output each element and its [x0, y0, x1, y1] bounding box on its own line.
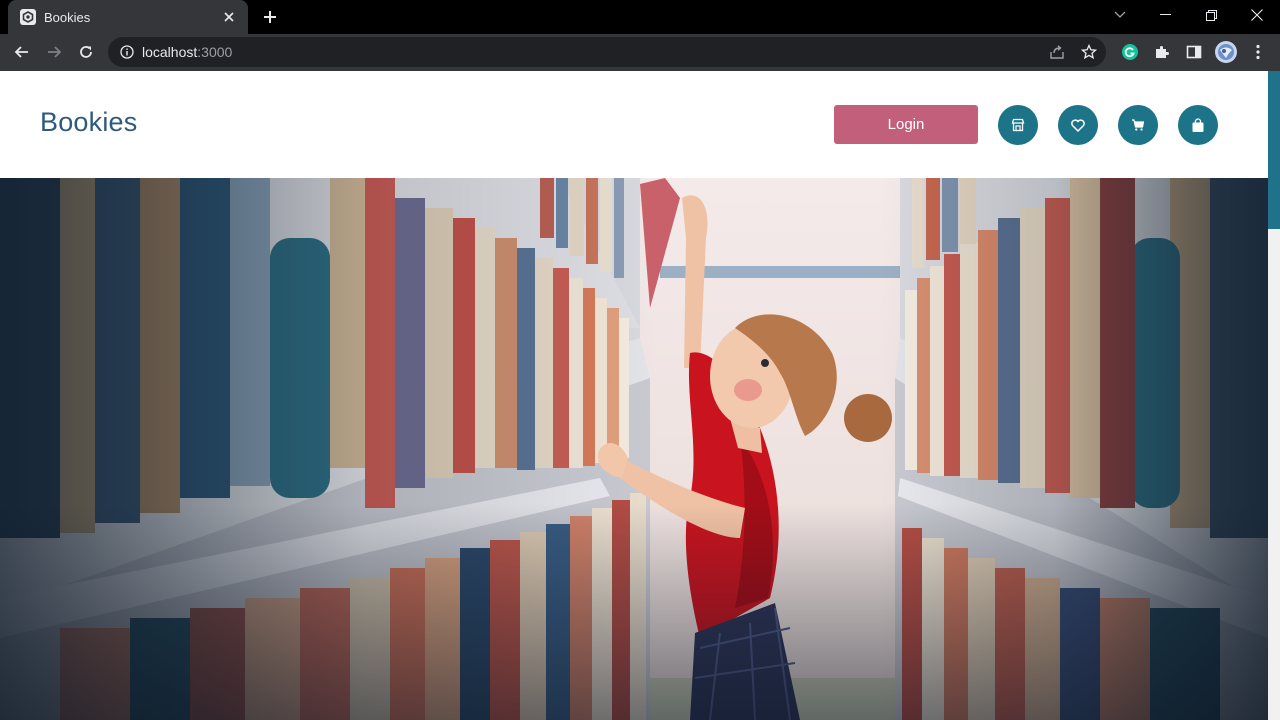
tab-title: Bookies	[44, 9, 91, 25]
share-icon[interactable]	[1043, 37, 1071, 67]
side-panel-icon[interactable]	[1180, 38, 1208, 66]
url-port: :3000	[197, 44, 233, 60]
bag-button[interactable]	[1178, 105, 1218, 145]
chevron-down-icon[interactable]	[1097, 0, 1143, 30]
minimize-icon[interactable]	[1142, 0, 1188, 30]
url-host: localhost	[142, 44, 198, 60]
store-button[interactable]	[998, 105, 1038, 145]
wishlist-button[interactable]	[1058, 105, 1098, 145]
tab-close-icon[interactable]	[220, 8, 238, 26]
site-header: Bookies Login	[0, 71, 1268, 178]
scrollbar-thumb[interactable]	[1268, 71, 1280, 229]
address-bar[interactable]: localhost:3000	[108, 37, 1106, 67]
store-icon	[1011, 118, 1025, 132]
brand-logo[interactable]: Bookies	[40, 107, 137, 138]
tab-strip: Bookies	[0, 0, 1280, 34]
bag-icon	[1191, 117, 1205, 133]
cart-icon	[1131, 118, 1145, 132]
browser-toolbar: localhost:3000	[0, 34, 1280, 71]
new-tab-icon[interactable]	[258, 6, 282, 28]
hero-image	[0, 178, 1268, 720]
url-text: localhost:3000	[142, 44, 232, 60]
profile-avatar[interactable]	[1212, 38, 1240, 66]
favicon-icon	[20, 9, 36, 25]
login-button[interactable]: Login	[834, 105, 978, 144]
star-icon[interactable]	[1075, 37, 1103, 67]
page-viewport: Bookies Login	[0, 71, 1268, 720]
site-info-icon[interactable]	[120, 45, 134, 59]
extensions-icon[interactable]	[1148, 38, 1176, 66]
back-icon[interactable]	[8, 38, 36, 66]
page-scrollbar[interactable]	[1268, 71, 1280, 720]
restore-icon[interactable]	[1188, 0, 1234, 30]
menu-icon[interactable]	[1244, 38, 1272, 66]
forward-icon[interactable]	[40, 38, 68, 66]
close-window-icon[interactable]	[1234, 0, 1280, 30]
heart-icon	[1071, 118, 1085, 132]
grammarly-icon[interactable]	[1116, 38, 1144, 66]
reload-icon[interactable]	[72, 38, 100, 66]
browser-tab[interactable]: Bookies	[8, 0, 248, 34]
cart-button[interactable]	[1118, 105, 1158, 145]
library-illustration	[0, 178, 1268, 720]
